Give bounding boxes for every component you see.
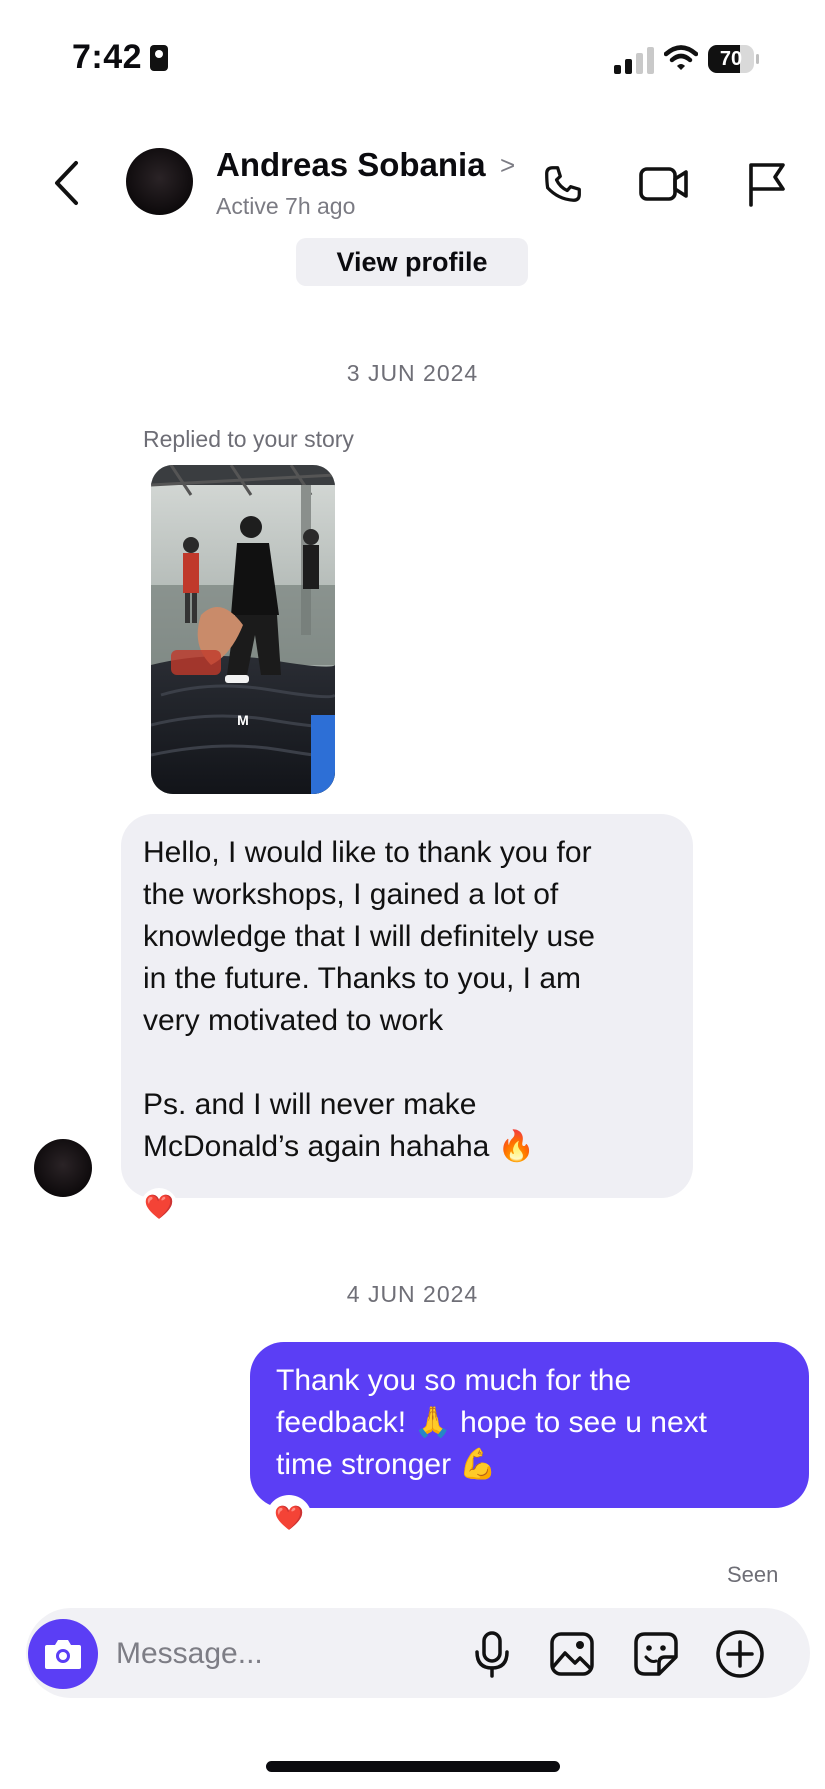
camera-button[interactable] — [28, 1619, 98, 1689]
back-chevron-icon — [55, 161, 78, 205]
sticker-icon — [634, 1632, 678, 1676]
outgoing-message-text: Thank you so much for the feedback! 🙏 ho… — [276, 1364, 707, 1481]
camera-icon — [45, 1640, 81, 1669]
story-reply-label: Replied to your story — [143, 426, 354, 452]
phone-icon — [545, 166, 581, 202]
video-camera-icon — [639, 167, 688, 201]
story-caption: M — [237, 712, 249, 728]
more-options-button[interactable] — [714, 1628, 766, 1680]
wifi-icon — [663, 44, 699, 77]
story-thumbnail[interactable]: M — [151, 465, 335, 794]
heart-reaction[interactable]: ❤️ — [270, 1499, 308, 1537]
sticker-button[interactable] — [630, 1628, 682, 1680]
plus-circle-icon — [716, 1630, 764, 1678]
date-separator: 3 JUN 2024 — [346, 360, 479, 386]
status-time: 7:42 — [72, 38, 169, 77]
cellular-signal-icon — [614, 46, 654, 74]
battery-percentage: 70 — [719, 48, 743, 70]
voice-message-button[interactable] — [466, 1628, 518, 1680]
gallery-button[interactable] — [546, 1628, 598, 1680]
video-call-button[interactable] — [638, 158, 690, 210]
portrait-lock-icon — [150, 45, 169, 71]
audio-call-button[interactable] — [537, 158, 589, 210]
view-profile-button[interactable]: View profile — [296, 238, 528, 286]
active-status: Active 7h ago — [216, 193, 356, 219]
home-indicator — [266, 1761, 560, 1772]
heart-reaction[interactable]: ❤️ — [140, 1188, 178, 1226]
gallery-icon — [550, 1632, 594, 1676]
microphone-icon — [475, 1631, 509, 1678]
message-input[interactable] — [116, 1630, 446, 1678]
seen-status: Seen — [727, 1562, 779, 1587]
incoming-message-text: Hello, I would like to thank you for the… — [143, 836, 595, 1163]
contact-name[interactable]: Andreas Sobania — [216, 146, 486, 184]
battery-icon: 70 — [708, 45, 759, 73]
flag-icon — [749, 163, 785, 207]
date-separator: 4 JUN 2024 — [346, 1281, 479, 1307]
contact-avatar[interactable] — [126, 148, 193, 215]
report-button[interactable] — [740, 158, 792, 210]
back-button[interactable] — [46, 158, 86, 208]
sender-avatar[interactable] — [34, 1139, 92, 1197]
chevron-right-icon: > — [500, 150, 516, 180]
